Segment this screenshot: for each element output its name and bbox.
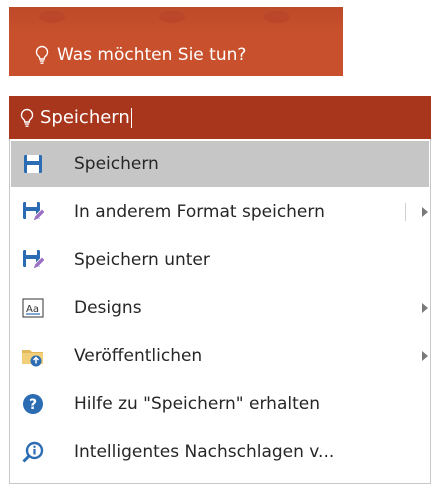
menu-item-separator xyxy=(405,203,406,221)
menu-item-label: Speichern unter xyxy=(74,250,210,270)
designs-icon: Aa xyxy=(21,296,45,320)
lightbulb-icon xyxy=(20,108,34,127)
menu-item-save[interactable]: Speichern xyxy=(11,141,429,187)
tell-me-idle-row: Was möchten Sie tun? xyxy=(35,43,246,67)
menu-item-smart-lookup[interactable]: Intelligentes Nachschlagen v... xyxy=(11,429,429,475)
svg-text:?: ? xyxy=(29,397,37,413)
menu-item-save-as[interactable]: Speichern unter xyxy=(11,237,429,283)
lightbulb-icon xyxy=(35,45,49,64)
menu-item-help[interactable]: ? Hilfe zu "Speichern" erhalten xyxy=(11,381,429,427)
menu-item-label: Veröffentlichen xyxy=(74,346,203,366)
search-query-text[interactable]: Speichern xyxy=(40,107,132,128)
help-icon: ? xyxy=(21,392,45,416)
save-as-icon xyxy=(21,248,45,272)
tell-me-placeholder: Was möchten Sie tun? xyxy=(57,45,247,65)
menu-item-label: In anderem Format speichern xyxy=(74,202,325,222)
menu-item-publish[interactable]: Veröffentlichen xyxy=(11,333,429,379)
ribbon-texture xyxy=(9,7,343,33)
save-as-format-icon xyxy=(21,200,45,224)
text-caret xyxy=(130,108,132,128)
smart-lookup-icon xyxy=(21,440,45,464)
menu-item-label: Speichern xyxy=(74,154,159,174)
search-query-value: Speichern xyxy=(40,107,130,128)
svg-text:Aa: Aa xyxy=(26,304,39,315)
menu-item-label: Intelligentes Nachschlagen v... xyxy=(74,442,335,462)
menu-item-label: Designs xyxy=(74,298,142,318)
menu-item-save-other-format[interactable]: In anderem Format speichern xyxy=(11,189,429,235)
save-icon xyxy=(21,152,45,176)
tell-me-search-field[interactable]: Speichern xyxy=(9,96,431,139)
publish-folder-icon xyxy=(21,344,45,368)
menu-item-label: Hilfe zu "Speichern" erhalten xyxy=(74,394,320,414)
submenu-arrow-icon[interactable] xyxy=(422,351,428,361)
submenu-arrow-icon[interactable] xyxy=(422,303,428,313)
menu-item-designs[interactable]: Aa Designs xyxy=(11,285,429,331)
tell-me-results-menu: Speichern In anderem Format speichern Sp… xyxy=(9,139,431,484)
tell-me-bar-idle[interactable]: Was möchten Sie tun? xyxy=(9,7,343,76)
submenu-arrow-icon[interactable] xyxy=(422,207,428,217)
